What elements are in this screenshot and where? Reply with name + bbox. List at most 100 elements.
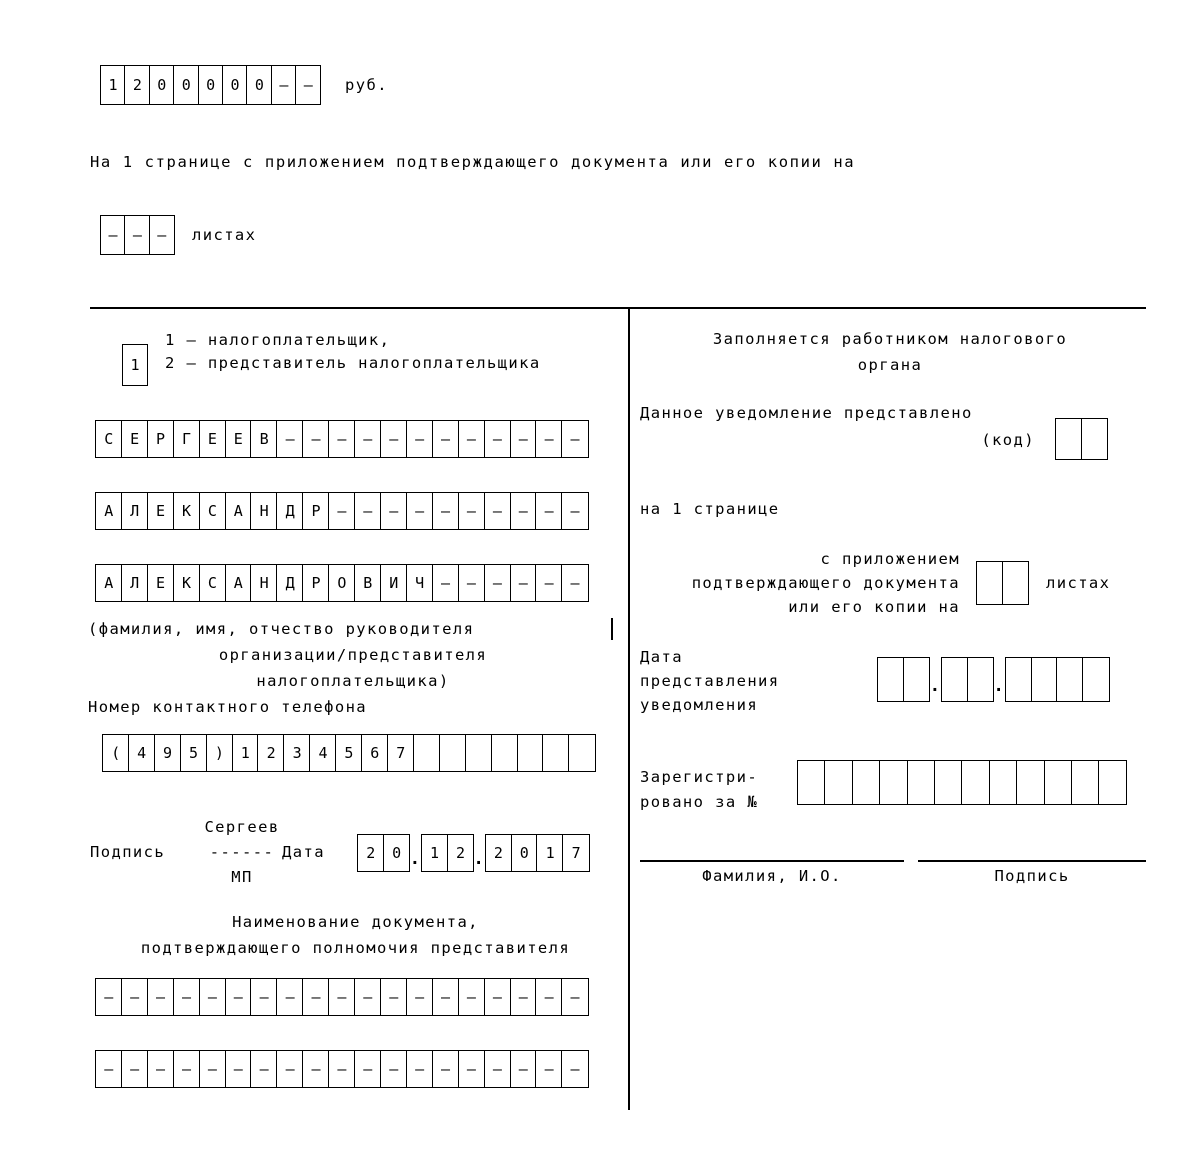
authority-doc-cell[interactable]: –: [379, 1050, 408, 1088]
authority-doc-cell[interactable]: –: [276, 978, 304, 1016]
firstname-cell[interactable]: –: [328, 492, 356, 530]
authority-doc-cell[interactable]: –: [172, 1050, 201, 1088]
registration-number-cell[interactable]: [824, 760, 854, 805]
registration-number-cell[interactable]: [934, 760, 964, 805]
authority-doc-cell[interactable]: –: [509, 978, 537, 1016]
sheets-cell[interactable]: –: [124, 215, 151, 255]
amount-cell[interactable]: –: [270, 65, 297, 105]
registration-number-cell[interactable]: [797, 760, 826, 805]
authority-doc-cell[interactable]: –: [276, 1050, 304, 1088]
patronymic-cell[interactable]: –: [483, 564, 512, 602]
authority-doc-cell[interactable]: –: [198, 1050, 227, 1088]
firstname-cell[interactable]: К: [172, 492, 201, 530]
amount-cell[interactable]: 0: [197, 65, 224, 105]
submission-date-year-cell[interactable]: [1082, 657, 1110, 702]
submission-date-cells[interactable]: . .: [877, 657, 1110, 702]
firstname-cell[interactable]: Л: [120, 492, 149, 530]
authority-doc-cell[interactable]: –: [457, 1050, 486, 1088]
submission-date-year-cell[interactable]: [1004, 657, 1033, 702]
signature-date-year-cell[interactable]: 0: [510, 834, 539, 872]
firstname-cell[interactable]: –: [405, 492, 434, 530]
surname-cell[interactable]: –: [431, 420, 460, 458]
phone-cell[interactable]: 3: [283, 734, 311, 772]
phone-cell[interactable]: [464, 734, 493, 772]
surname-cell[interactable]: –: [354, 420, 382, 458]
authority-doc-cell[interactable]: –: [302, 1050, 330, 1088]
authority-doc-cell[interactable]: –: [250, 978, 278, 1016]
authority-doc-cell[interactable]: –: [354, 978, 382, 1016]
phone-cell[interactable]: ): [205, 734, 234, 772]
phone-cells[interactable]: ( 4 9 5 ) 1 2 3 4 5 6 7: [102, 734, 596, 772]
submission-date-month-cell[interactable]: [966, 657, 995, 702]
signer-type-cell[interactable]: 1: [122, 344, 148, 386]
firstname-cell[interactable]: С: [198, 492, 227, 530]
phone-cell[interactable]: 6: [361, 734, 389, 772]
authority-doc-cell[interactable]: –: [379, 978, 408, 1016]
authority-doc-cell[interactable]: –: [354, 1050, 382, 1088]
firstname-cell[interactable]: Р: [302, 492, 330, 530]
surname-cell[interactable]: –: [328, 420, 356, 458]
attachment-sheets-cell[interactable]: [1001, 561, 1030, 605]
phone-cell[interactable]: 5: [179, 734, 208, 772]
firstname-cell[interactable]: А: [95, 492, 123, 530]
authority-doc-cell[interactable]: –: [146, 978, 175, 1016]
amount-cells[interactable]: 1 2 0 0 0 0 0 – –: [100, 65, 322, 105]
authority-doc-cell[interactable]: –: [431, 978, 460, 1016]
authority-doc-cell[interactable]: –: [250, 1050, 278, 1088]
surname-cell[interactable]: –: [561, 420, 589, 458]
authority-doc-cell[interactable]: –: [302, 978, 330, 1016]
surname-cell[interactable]: –: [276, 420, 304, 458]
patronymic-cell[interactable]: –: [509, 564, 537, 602]
phone-cell[interactable]: 2: [257, 734, 285, 772]
authority-doc-cell[interactable]: –: [561, 978, 589, 1016]
phone-cell[interactable]: [542, 734, 570, 772]
sheets-cell[interactable]: –: [148, 215, 175, 255]
signature-date-day-cell[interactable]: 2: [357, 834, 385, 872]
phone-cell[interactable]: 5: [335, 734, 363, 772]
patronymic-cell[interactable]: К: [172, 564, 201, 602]
patronymic-cell[interactable]: –: [535, 564, 563, 602]
firstname-cell[interactable]: А: [224, 492, 253, 530]
submission-date-day-cell[interactable]: [902, 657, 931, 702]
amount-cell[interactable]: –: [295, 65, 322, 105]
phone-cell[interactable]: [568, 734, 596, 772]
authority-doc-cell[interactable]: –: [431, 1050, 460, 1088]
authority-doc-cell[interactable]: –: [535, 1050, 563, 1088]
firstname-cell[interactable]: –: [354, 492, 382, 530]
phone-cell[interactable]: [412, 734, 441, 772]
amount-cell[interactable]: 0: [246, 65, 273, 105]
firstname-cell[interactable]: –: [561, 492, 589, 530]
patronymic-cell[interactable]: Р: [302, 564, 330, 602]
sheets-cell[interactable]: –: [100, 215, 126, 255]
phone-cell[interactable]: [438, 734, 467, 772]
attachment-sheets-cells[interactable]: [976, 561, 1030, 605]
authority-doc-cell[interactable]: –: [483, 978, 512, 1016]
surname-cell[interactable]: Р: [146, 420, 175, 458]
surname-cell[interactable]: В: [250, 420, 278, 458]
authority-doc-row-1-cells[interactable]: – – – – – – – – – – – – – – – – – – –: [95, 978, 589, 1016]
surname-cell[interactable]: –: [483, 420, 512, 458]
authority-doc-cell[interactable]: –: [95, 1050, 123, 1088]
surname-cell[interactable]: С: [95, 420, 123, 458]
amount-cell[interactable]: 2: [124, 65, 151, 105]
firstname-cells[interactable]: А Л Е К С А Н Д Р – – – – – – – – – –: [95, 492, 589, 530]
surname-cell[interactable]: –: [302, 420, 330, 458]
phone-cell[interactable]: 4: [309, 734, 337, 772]
firstname-cell[interactable]: Е: [146, 492, 175, 530]
firstname-cell[interactable]: –: [535, 492, 563, 530]
signature-date-month-cell[interactable]: 1: [420, 834, 449, 872]
patronymic-cell[interactable]: С: [198, 564, 227, 602]
patronymic-cells[interactable]: А Л Е К С А Н Д Р О В И Ч – – – – – –: [95, 564, 589, 602]
registration-number-cell[interactable]: [1071, 760, 1101, 805]
patronymic-cell[interactable]: Н: [250, 564, 278, 602]
authority-doc-cell[interactable]: –: [198, 978, 227, 1016]
patronymic-cell[interactable]: Ч: [405, 564, 434, 602]
signature-date-month-cell[interactable]: 2: [446, 834, 475, 872]
authority-doc-cell[interactable]: –: [509, 1050, 537, 1088]
patronymic-cell[interactable]: В: [354, 564, 382, 602]
authority-doc-cell[interactable]: –: [224, 1050, 253, 1088]
authority-doc-cell[interactable]: –: [561, 1050, 589, 1088]
surname-cell[interactable]: Е: [120, 420, 149, 458]
firstname-cell[interactable]: –: [483, 492, 512, 530]
surname-cell[interactable]: –: [535, 420, 563, 458]
